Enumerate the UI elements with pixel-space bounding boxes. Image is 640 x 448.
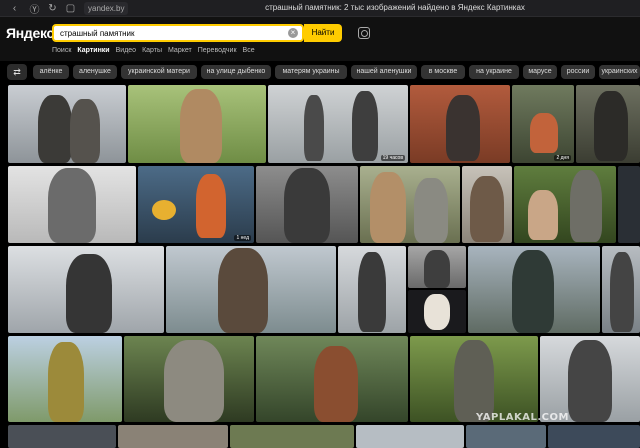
tab-market[interactable]: Маркет: [168, 47, 192, 54]
tab-video[interactable]: Видео: [116, 47, 136, 54]
image-result[interactable]: [468, 246, 600, 333]
tag-chip[interactable]: матерям украины: [275, 65, 347, 79]
page-title: страшный памятник: 2 тыс изображений най…: [265, 3, 525, 12]
tag-chip[interactable]: марусе: [523, 65, 557, 79]
image-result[interactable]: [8, 336, 122, 422]
image-result[interactable]: [462, 166, 512, 243]
tab-maps[interactable]: Карты: [142, 47, 162, 54]
tag-chip[interactable]: россии: [561, 65, 595, 79]
image-result[interactable]: 19 часов: [268, 85, 408, 163]
image-result[interactable]: [8, 166, 136, 243]
image-result[interactable]: [8, 425, 116, 448]
yandex-browser-icon[interactable]: Ⓨ: [28, 2, 41, 16]
image-result[interactable]: [118, 425, 228, 448]
search-box[interactable]: ×: [52, 24, 304, 42]
image-result[interactable]: [576, 85, 640, 163]
watermark-text: YAPLAKAL.COM: [476, 412, 569, 423]
image-result[interactable]: [548, 425, 640, 448]
tab-search[interactable]: Поиск: [52, 47, 71, 54]
search-header: Яндекс × Найти Поиск Картинки Видео Карт…: [0, 17, 640, 61]
tab-images[interactable]: Картинки: [77, 47, 109, 54]
tag-chip[interactable]: в москве: [421, 65, 465, 79]
image-result[interactable]: [166, 246, 336, 333]
image-result[interactable]: [356, 425, 464, 448]
image-result[interactable]: [256, 166, 358, 243]
image-result[interactable]: [8, 246, 164, 333]
filter-icon[interactable]: ⇄: [7, 64, 27, 80]
lock-icon: ▢: [65, 3, 76, 14]
image-result[interactable]: [466, 425, 546, 448]
image-result[interactable]: [360, 166, 460, 243]
image-result[interactable]: [602, 246, 640, 333]
image-result[interactable]: 1 нед: [138, 166, 254, 243]
image-result[interactable]: [338, 246, 406, 333]
image-age-label: 1 нед: [234, 235, 251, 241]
tab-all[interactable]: Все: [243, 47, 255, 54]
image-result[interactable]: [408, 246, 466, 288]
image-result[interactable]: 2 дня: [512, 85, 574, 163]
url-field[interactable]: yandex.by: [84, 2, 128, 15]
search-input[interactable]: [60, 28, 280, 39]
tag-chip[interactable]: украинской матери: [121, 65, 197, 79]
service-tabs: Поиск Картинки Видео Карты Маркет Перево…: [52, 47, 261, 54]
back-icon[interactable]: ‹: [8, 2, 21, 15]
image-age-label: 2 дня: [554, 155, 571, 161]
browser-toolbar: ‹ Ⓨ ↻ ▢ yandex.by страшный памятник: 2 т…: [0, 0, 640, 17]
tag-chip[interactable]: нашей аленушки: [351, 65, 417, 79]
image-result[interactable]: [124, 336, 254, 422]
tab-translator[interactable]: Переводчик: [198, 47, 237, 54]
tag-chip[interactable]: украинских: [599, 65, 640, 79]
image-result[interactable]: [408, 290, 466, 333]
tag-chip[interactable]: на украине: [469, 65, 519, 79]
reload-icon[interactable]: ↻: [46, 2, 59, 15]
image-age-label: 19 часов: [380, 155, 405, 161]
image-result[interactable]: [618, 166, 640, 243]
tag-chip[interactable]: алёнке: [33, 65, 69, 79]
tag-chip[interactable]: на улице дыбенко: [201, 65, 271, 79]
image-result[interactable]: [540, 336, 640, 422]
suggested-tags: ⇄ алёнке аленушке украинской матери на у…: [0, 62, 640, 82]
image-result[interactable]: [514, 166, 616, 243]
find-button[interactable]: Найти: [304, 24, 342, 42]
image-result[interactable]: [410, 336, 538, 422]
clear-icon[interactable]: ×: [288, 28, 298, 38]
image-result[interactable]: [128, 85, 266, 163]
image-result[interactable]: [8, 85, 126, 163]
yandex-logo[interactable]: Яндекс: [6, 25, 54, 41]
image-result[interactable]: [256, 336, 408, 422]
image-result[interactable]: [230, 425, 354, 448]
image-result[interactable]: [410, 85, 510, 163]
image-search-icon[interactable]: [358, 27, 370, 39]
tag-chip[interactable]: аленушке: [73, 65, 117, 79]
